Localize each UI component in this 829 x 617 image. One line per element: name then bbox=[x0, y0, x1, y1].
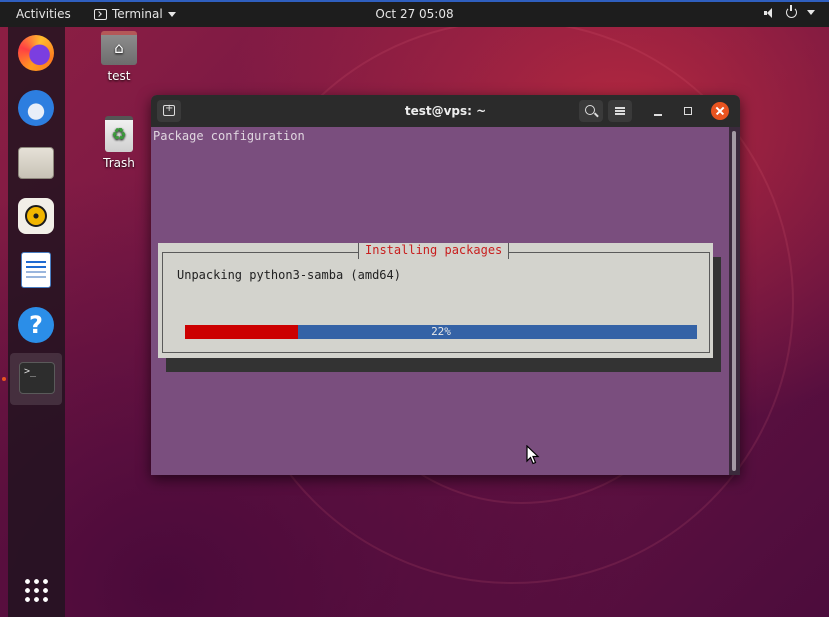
hamburger-menu-button[interactable] bbox=[608, 100, 632, 122]
progress-message: Unpacking python3-samba (amd64) bbox=[177, 268, 401, 282]
home-folder-icon bbox=[101, 31, 137, 65]
power-icon bbox=[786, 5, 797, 18]
installing-packages-dialog: Unpacking python3-samba (amd64) 22% Inst… bbox=[158, 243, 713, 358]
progress-bar: 22% bbox=[185, 325, 697, 339]
chevron-down-icon bbox=[167, 11, 176, 17]
libreoffice-writer-icon[interactable] bbox=[21, 252, 51, 288]
window-titlebar[interactable]: test@vps: ~ bbox=[151, 95, 740, 127]
top-bar: Activities Terminal Oct 27 05:08 bbox=[0, 0, 829, 27]
firefox-icon[interactable] bbox=[18, 35, 54, 71]
maximize-button[interactable] bbox=[676, 100, 700, 122]
close-button[interactable] bbox=[711, 102, 729, 120]
terminal-icon[interactable]: >_ bbox=[19, 362, 55, 394]
terminal-content[interactable]: Package configuration Unpacking python3-… bbox=[151, 127, 729, 475]
terminal-scrollbar[interactable] bbox=[729, 127, 740, 475]
system-tray[interactable] bbox=[764, 5, 815, 18]
top-accent-line bbox=[0, 0, 829, 2]
clock[interactable]: Oct 27 05:08 bbox=[375, 7, 453, 21]
desktop-trash[interactable]: Trash bbox=[89, 116, 149, 170]
app-menu[interactable]: Terminal bbox=[94, 7, 176, 21]
trash-label: Trash bbox=[103, 156, 135, 170]
volume-icon bbox=[764, 7, 776, 18]
home-folder-label: test bbox=[107, 69, 131, 83]
progress-percent-label: 22% bbox=[431, 325, 451, 338]
rhythmbox-icon[interactable] bbox=[18, 198, 54, 234]
terminal-window: test@vps: ~ Package configuration Unpack… bbox=[151, 95, 740, 475]
dialog-frame: Unpacking python3-samba (amd64) 22% bbox=[162, 252, 710, 353]
package-configuration-heading: Package configuration bbox=[153, 129, 305, 143]
new-tab-button[interactable] bbox=[157, 100, 181, 122]
running-indicator bbox=[2, 377, 6, 381]
search-button[interactable] bbox=[579, 100, 603, 122]
scrollbar-thumb[interactable] bbox=[732, 131, 736, 471]
terminal-icon bbox=[94, 8, 107, 20]
files-icon[interactable] bbox=[18, 147, 54, 179]
help-icon[interactable]: ? bbox=[18, 307, 54, 343]
activities-button[interactable]: Activities bbox=[16, 7, 71, 21]
desktop-home-folder[interactable]: test bbox=[89, 31, 149, 83]
show-applications-icon[interactable] bbox=[23, 577, 49, 603]
chevron-down-icon bbox=[807, 10, 815, 15]
thunderbird-icon[interactable] bbox=[18, 90, 54, 126]
app-menu-label: Terminal bbox=[112, 7, 163, 21]
dialog-title: Installing packages bbox=[358, 243, 510, 259]
minimize-button[interactable] bbox=[646, 100, 670, 122]
trash-icon bbox=[105, 116, 133, 152]
dock: ? >_ bbox=[2, 27, 65, 617]
